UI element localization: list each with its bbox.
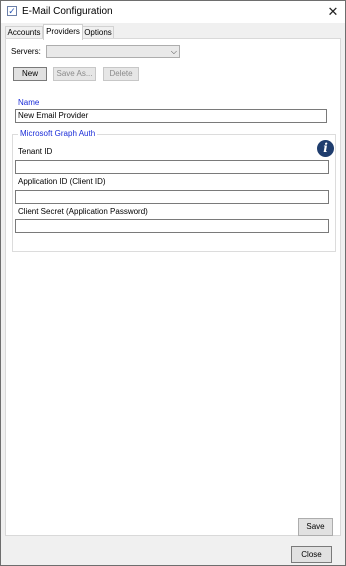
- close-window-button[interactable]: ✕: [323, 2, 343, 22]
- info-icon[interactable]: i: [317, 140, 334, 157]
- delete-provider-button[interactable]: Delete: [103, 67, 139, 81]
- close-button[interactable]: Close: [291, 546, 332, 563]
- servers-label: Servers:: [11, 47, 41, 56]
- provider-name-input[interactable]: New Email Provider: [15, 109, 327, 123]
- client-secret-input[interactable]: [15, 219, 329, 233]
- chevron-down-icon: ⌵: [170, 47, 177, 56]
- tenant-id-input[interactable]: [15, 160, 329, 174]
- save-button[interactable]: Save: [298, 518, 333, 536]
- save-as-button[interactable]: Save As...: [53, 67, 96, 81]
- application-id-input[interactable]: [15, 190, 329, 204]
- checkbox-icon: ✓: [7, 6, 17, 16]
- servers-dropdown[interactable]: ⌵: [46, 45, 180, 58]
- application-id-label: Application ID (Client ID): [18, 177, 106, 186]
- microsoft-graph-auth-title: Microsoft Graph Auth: [18, 129, 98, 139]
- title-bar: ✓ E-Mail Configuration ✕: [1, 1, 345, 23]
- client-secret-label: Client Secret (Application Password): [18, 207, 148, 216]
- name-label: Name: [18, 98, 40, 107]
- window-title: E-Mail Configuration: [22, 6, 113, 17]
- tab-providers[interactable]: Providers: [43, 24, 83, 40]
- tenant-id-label: Tenant ID: [18, 147, 53, 156]
- email-configuration-window: ✓ E-Mail Configuration ✕ Accounts Provid…: [0, 0, 346, 566]
- new-provider-button[interactable]: New: [13, 67, 47, 81]
